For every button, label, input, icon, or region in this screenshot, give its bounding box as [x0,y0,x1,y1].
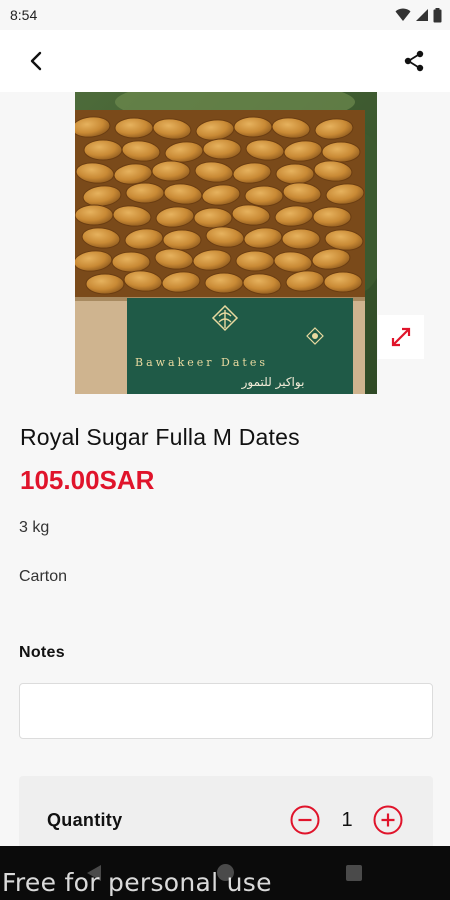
dates-box-photo: Bawakeer Dates بواكير للتمور [75,92,377,394]
date-fruit [162,229,202,251]
expand-image-button[interactable] [378,315,424,359]
quantity-decrease-button[interactable] [289,804,321,836]
date-fruit [233,116,273,138]
box-brand-text-ar: بواكير للتمور [241,375,305,390]
expand-diagonal-icon [391,327,411,347]
date-fruit [323,271,363,293]
product-packaging: Carton [19,568,68,585]
date-fruit [85,273,125,295]
battery-icon [433,7,442,22]
quantity-value: 1 [341,809,353,831]
share-icon [404,50,424,72]
product-weight: 3 kg [19,519,50,536]
date-fruit [111,251,151,273]
date-fruit [125,182,165,204]
product-title: Royal Sugar Fulla M Dates [20,424,300,450]
notes-input[interactable] [19,683,433,739]
date-fruit [114,117,154,139]
date-fruit [235,250,275,272]
signal-icon [416,9,428,21]
date-fruit [321,141,361,163]
status-icons [395,7,442,23]
product-image[interactable]: Bawakeer Dates بواكير للتمور [75,92,377,394]
notes-label: Notes [19,644,65,661]
minus-circle-icon [290,805,320,835]
date-fruit [193,207,233,229]
nav-recents-icon[interactable] [346,865,362,881]
plus-circle-icon [373,805,403,835]
back-button[interactable] [22,47,50,75]
date-fruit [204,272,244,294]
date-fruit [281,228,321,250]
watermark-text: Free for personal use [2,868,272,897]
quantity-label: Quantity [47,810,123,830]
wifi-icon [395,8,411,21]
product-image-area: Bawakeer Dates بواكير للتمور [0,92,450,395]
status-time: 8:54 [10,7,38,23]
box-brand-text: Bawakeer Dates [135,356,268,369]
date-fruit [202,138,242,160]
date-fruit [75,204,114,226]
status-bar: 8:54 [0,0,450,30]
product-price: 105.00SAR [20,465,155,495]
share-button[interactable] [400,47,428,75]
chevron-left-icon [30,51,42,71]
date-fruit [83,139,123,161]
date-fruit [275,163,315,185]
date-fruit [312,206,352,228]
date-fruit [244,185,284,207]
app-bar [0,30,450,92]
date-fruit [151,160,191,182]
quantity-increase-button[interactable] [372,804,404,836]
